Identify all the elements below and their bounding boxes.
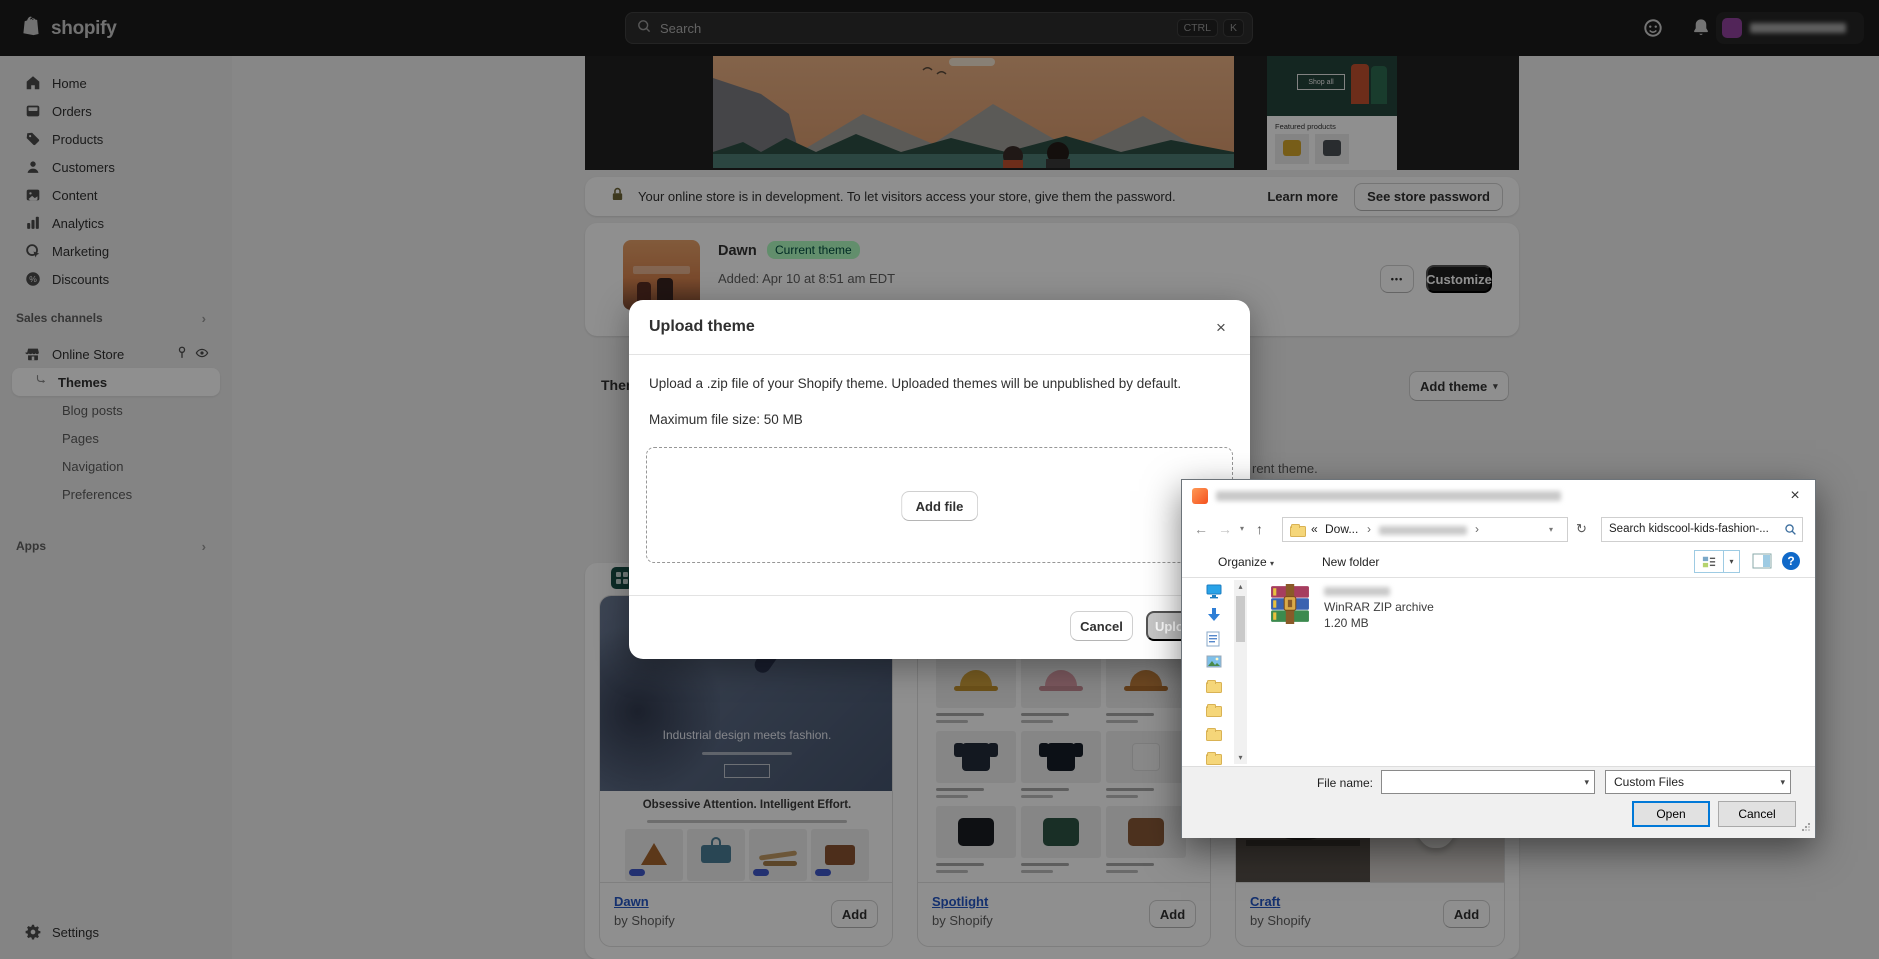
windows-open-dialog: × ← → ▾ ↑ « Dow... › › ▾ ↻ Search kidsco… xyxy=(1181,479,1816,838)
open-button[interactable]: Open xyxy=(1632,801,1710,827)
dialog-title-redacted xyxy=(1216,491,1561,501)
pictures-icon[interactable] xyxy=(1206,655,1222,671)
downloads-icon[interactable] xyxy=(1206,607,1222,626)
dialog-file-area: ▴ ▾ WinRAR ZIP archive 1.20 MB xyxy=(1182,578,1815,766)
dialog-close-icon[interactable]: × xyxy=(1781,484,1809,508)
dialog-favicon xyxy=(1192,488,1208,504)
screen: shopify Search CTRL K Home Orders Produc… xyxy=(0,0,1879,959)
file-type-text: WinRAR ZIP archive xyxy=(1324,600,1434,614)
folder-icon[interactable] xyxy=(1206,752,1222,765)
folder-icon[interactable] xyxy=(1206,728,1222,741)
file-type-value: Custom Files xyxy=(1614,775,1685,789)
scrollbar-thumb[interactable] xyxy=(1236,596,1245,642)
folder-icon xyxy=(1290,524,1306,537)
breadcrumb-separator: › xyxy=(1367,522,1371,536)
new-folder-button[interactable]: New folder xyxy=(1322,555,1379,569)
dialog-title-bar[interactable]: × xyxy=(1182,480,1815,512)
breadcrumb-folder-redacted xyxy=(1379,526,1467,535)
breadcrumb-downloads[interactable]: Dow... xyxy=(1325,522,1358,536)
close-icon[interactable]: × xyxy=(1208,315,1234,341)
organize-label: Organize xyxy=(1218,555,1267,569)
combo-chevron-icon: ▾ xyxy=(1584,777,1589,787)
dialog-cancel-button[interactable]: Cancel xyxy=(1718,801,1796,827)
file-item-zip[interactable]: WinRAR ZIP archive 1.20 MB xyxy=(1262,580,1802,632)
file-name-redacted xyxy=(1324,587,1390,596)
scroll-down-icon[interactable]: ▾ xyxy=(1234,751,1247,764)
preview-pane-button[interactable] xyxy=(1752,552,1772,573)
file-name-label: File name: xyxy=(1316,776,1373,790)
breadcrumb-prefix: « xyxy=(1311,522,1318,536)
search-magnifier-icon xyxy=(1784,523,1797,539)
dialog-search-text: Search kidscool-kids-fashion-... xyxy=(1609,523,1769,535)
folder-icon[interactable] xyxy=(1206,704,1222,717)
recent-locations-chevron-icon[interactable]: ▾ xyxy=(1240,524,1244,533)
desktop-icon[interactable] xyxy=(1206,584,1222,602)
winrar-zip-icon xyxy=(1270,584,1310,627)
forward-icon[interactable]: → xyxy=(1218,521,1232,537)
refresh-icon[interactable]: ↻ xyxy=(1576,521,1587,537)
dialog-toolbar: Organize ▾ New folder ▾ ? xyxy=(1182,546,1815,578)
scroll-up-icon[interactable]: ▴ xyxy=(1234,580,1247,593)
breadcrumb-separator: › xyxy=(1475,522,1479,536)
nav-pane-scrollbar[interactable]: ▴ ▾ xyxy=(1234,580,1247,764)
dialog-search-box[interactable]: Search kidscool-kids-fashion-... xyxy=(1601,517,1803,542)
up-icon[interactable]: ↑ xyxy=(1256,521,1263,537)
organize-menu[interactable]: Organize ▾ xyxy=(1218,555,1274,569)
file-size-text: 1.20 MB xyxy=(1324,616,1369,630)
resize-grip[interactable] xyxy=(1802,823,1810,831)
file-dropzone[interactable]: Add file xyxy=(646,447,1233,563)
combo-chevron-icon: ▾ xyxy=(1780,777,1785,787)
modal-title: Upload theme xyxy=(649,318,755,335)
view-mode-button[interactable]: ▾ xyxy=(1694,550,1740,573)
modal-cancel-button[interactable]: Cancel xyxy=(1070,611,1133,641)
chevron-down-icon: ▾ xyxy=(1270,559,1275,568)
add-file-button[interactable]: Add file xyxy=(900,491,979,521)
back-icon[interactable]: ← xyxy=(1194,521,1208,537)
max-file-size: Maximum file size: 50 MB xyxy=(649,412,803,427)
breadcrumb-chevron-icon[interactable]: ▾ xyxy=(1549,525,1553,534)
help-icon[interactable]: ? xyxy=(1782,552,1800,570)
file-type-select[interactable]: Custom Files ▾ xyxy=(1605,770,1791,794)
address-breadcrumb[interactable]: « Dow... › › ▾ xyxy=(1282,517,1568,542)
documents-icon[interactable] xyxy=(1206,631,1220,650)
upload-theme-modal: Upload theme × Upload a .zip file of you… xyxy=(629,300,1250,659)
dialog-footer: File name: ▾ Custom Files ▾ Open Cancel xyxy=(1182,766,1815,838)
view-mode-chevron-icon: ▾ xyxy=(1729,557,1734,566)
view-mode-icon xyxy=(1695,551,1724,572)
folder-icon[interactable] xyxy=(1206,680,1222,693)
modal-description: Upload a .zip file of your Shopify theme… xyxy=(649,376,1182,391)
file-name-input[interactable]: ▾ xyxy=(1381,770,1595,794)
